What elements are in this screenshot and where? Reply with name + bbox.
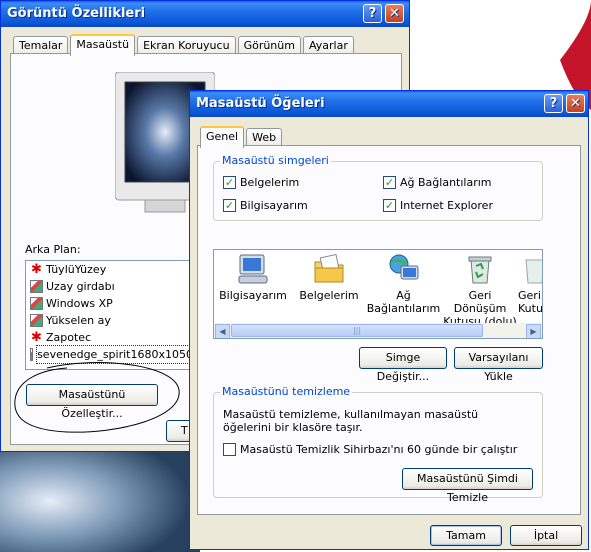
restore-default-button[interactable]: Varsayılanı Yükle — [454, 347, 543, 383]
image-icon — [30, 297, 43, 310]
image-icon — [30, 280, 43, 293]
list-item[interactable]: Uzay girdabı — [26, 278, 194, 295]
cleanup-now-button[interactable]: Masaüstünü Şimdi Temizle — [402, 468, 533, 504]
checkbox-bilgisayarim[interactable]: ✓ Bilgisayarım — [223, 199, 308, 212]
dialog-title: Masaüstü Öğeleri — [196, 96, 325, 111]
group-label: Masaüstünü temizleme — [220, 385, 353, 398]
tab-masaustu[interactable]: Masaüstü — [70, 34, 136, 56]
documents-folder-icon — [314, 253, 344, 283]
scroll-left-icon[interactable]: ◀ — [215, 324, 230, 338]
icon-item-ag-baglantilari[interactable]: Ağ Bağlantılarım — [366, 252, 441, 315]
cleanup-description: Masaüstü temizleme, kullanılmayan masaüs… — [223, 408, 479, 434]
checkbox-box[interactable] — [223, 443, 236, 456]
icon-list-view[interactable]: Bilgisayarım Belgelerim Ağ Bağlantılarım… — [213, 249, 543, 339]
background-label: Arka Plan: — [25, 243, 81, 256]
list-item[interactable]: ✱ Zapotec — [26, 329, 194, 346]
checkbox-ag-baglantilari[interactable]: ✓ Ağ Bağlantılarım — [383, 176, 492, 189]
list-item[interactable]: Windows XP — [26, 295, 194, 312]
checkbox-box[interactable]: ✓ — [223, 199, 236, 212]
desktop-items-titlebar[interactable]: Masaüstü Öğeleri ? ✕ — [190, 91, 588, 117]
desktop-items-dialog: Masaüstü Öğeleri ? ✕ Genel Web Masaüstü … — [189, 90, 589, 550]
recycle-bin-icon — [468, 256, 492, 284]
window-title: Görüntü Özellikleri — [7, 6, 146, 21]
genel-tab-panel: Masaüstü simgeleri ✓ Belgelerim ✓ Ağ Bağ… — [197, 145, 581, 515]
checkbox-internet-explorer[interactable]: ✓ Internet Explorer — [383, 199, 493, 212]
icon-item-bilgisayarim[interactable]: Bilgisayarım — [218, 252, 288, 302]
computer-icon — [238, 254, 268, 284]
image-icon — [30, 314, 43, 327]
checkbox-belgelerim[interactable]: ✓ Belgelerim — [223, 176, 299, 189]
horizontal-scrollbar[interactable]: ◀ ||| ▶ — [214, 323, 542, 338]
display-properties-titlebar[interactable]: Görüntü Özellikleri ? ✕ — [1, 1, 409, 27]
desktop-icons-group: Masaüstü simgeleri ✓ Belgelerim ✓ Ağ Bağ… — [213, 154, 543, 221]
icon-item-geri-partial[interactable]: Geri Kutu — [518, 252, 542, 315]
help-button[interactable]: ? — [363, 4, 382, 23]
cleanup-wizard-checkbox[interactable]: Masaüstü Temizlik Sihirbazı'nı 60 günde … — [223, 443, 517, 456]
close-button[interactable]: ✕ — [566, 94, 585, 113]
scroll-right-icon[interactable]: ▶ — [526, 324, 541, 338]
splat-icon: ✱ — [31, 330, 42, 345]
background-list[interactable]: ✱ TüylüYüzey Uzay girdabı Windows XP Yük… — [25, 260, 195, 370]
icon-item-belgelerim[interactable]: Belgelerim — [294, 252, 364, 302]
list-item[interactable]: ✱ TüylüYüzey — [26, 261, 194, 278]
tab-genel[interactable]: Genel — [200, 126, 245, 148]
checkbox-box[interactable]: ✓ — [223, 176, 236, 189]
desktop-cleanup-group: Masaüstünü temizleme Masaüstü temizleme,… — [213, 385, 543, 504]
recycle-bin-icon — [525, 259, 542, 284]
cancel-button[interactable]: İptal — [510, 525, 582, 546]
help-button[interactable]: ? — [544, 94, 563, 113]
scroll-thumb[interactable]: ||| — [231, 324, 483, 337]
hand-drawn-circle-annotation — [14, 362, 180, 433]
close-button[interactable]: ✕ — [385, 4, 404, 23]
checkbox-box[interactable]: ✓ — [383, 176, 396, 189]
ok-button[interactable]: Tamam — [430, 525, 502, 546]
group-label: Masaüstü simgeleri — [220, 154, 331, 167]
network-icon — [389, 254, 418, 280]
checkbox-box[interactable]: ✓ — [383, 199, 396, 212]
icon-item-geri-donusum[interactable]: Geri Dönüşüm Kutusu (dolu) — [442, 252, 518, 328]
splat-icon: ✱ — [31, 262, 42, 277]
change-icon-button[interactable]: Simge Değiştir... — [359, 347, 447, 383]
list-item[interactable]: Yükselen ay — [26, 312, 194, 329]
